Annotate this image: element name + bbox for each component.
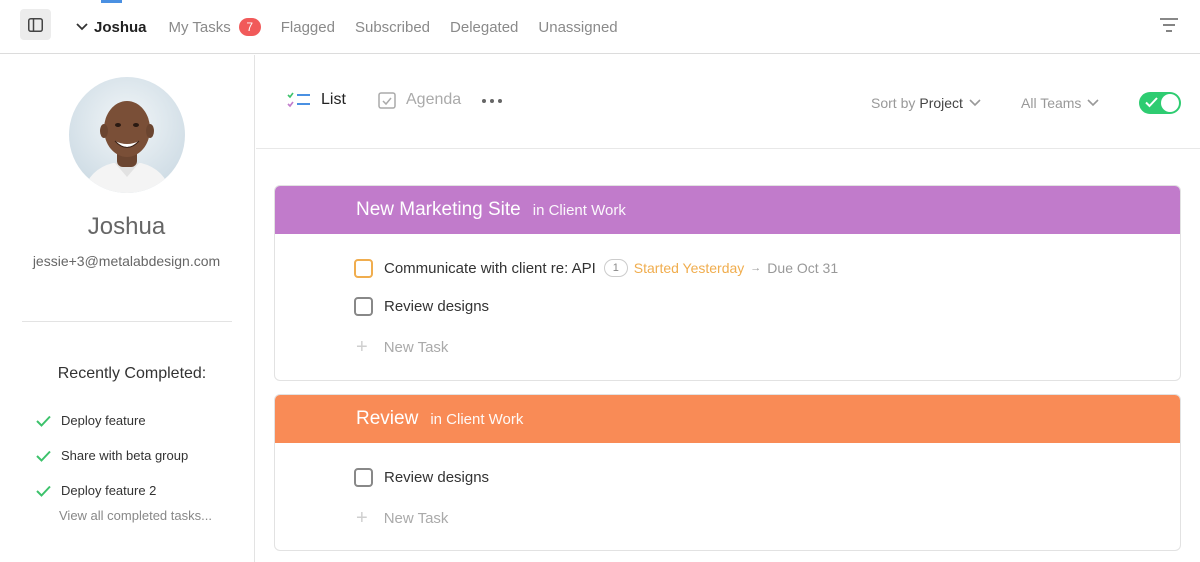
task-start-status: Started Yesterday	[633, 260, 745, 276]
project-context: in Client Work	[430, 410, 524, 428]
check-icon	[36, 415, 51, 427]
main-nav: Joshua My Tasks 7 Flagged Subscribed Del…	[76, 0, 638, 54]
teams-label: All Teams	[1021, 95, 1082, 111]
user-switcher-label: Joshua	[94, 18, 147, 36]
nav-subscribed[interactable]: Subscribed	[355, 19, 430, 36]
view-all-completed-link[interactable]: View all completed tasks...	[59, 508, 212, 523]
task-checkbox[interactable]	[354, 258, 373, 278]
sidebar-divider	[22, 321, 232, 322]
tab-list-label: List	[321, 91, 346, 108]
completed-item-label: Deploy feature	[61, 413, 146, 428]
completed-item-label: Share with beta group	[61, 448, 189, 463]
completed-item[interactable]: Share with beta group	[36, 438, 188, 473]
plus-icon: +	[356, 336, 368, 358]
nav-my-tasks[interactable]: My Tasks 7	[169, 18, 261, 36]
sort-dropdown[interactable]: Sort by Project	[871, 95, 981, 111]
completed-item[interactable]: Deploy feature	[36, 403, 188, 438]
tab-agenda[interactable]: Agenda	[378, 91, 461, 109]
nav-unassigned[interactable]: Unassigned	[538, 19, 617, 36]
nav-subscribed-label: Subscribed	[354, 18, 431, 36]
nav-flagged[interactable]: Flagged	[281, 19, 335, 36]
nav-flagged-label: Flagged	[280, 18, 335, 36]
sort-value: Project	[919, 95, 963, 111]
filter-icon[interactable]	[1158, 17, 1180, 33]
project-header[interactable]: Review in Client Work	[275, 395, 1180, 443]
task-checkbox[interactable]	[354, 467, 373, 487]
top-bar: Joshua My Tasks 7 Flagged Subscribed Del…	[0, 0, 1200, 54]
new-task-label: New Task	[383, 509, 449, 527]
check-icon	[1145, 97, 1158, 108]
chevron-down-icon	[1087, 99, 1100, 107]
project-context: in Client Work	[532, 201, 626, 219]
nav-delegated[interactable]: Delegated	[450, 19, 518, 36]
comment-count-badge[interactable]: 1	[603, 259, 628, 277]
task-due-date: Due Oct 31	[767, 260, 839, 276]
my-tasks-count-badge: 7	[238, 18, 261, 36]
sort-prefix: Sort by	[871, 95, 916, 111]
project-card: New Marketing Site in Client Work Commun…	[274, 185, 1181, 381]
nav-delegated-label: Delegated	[450, 18, 519, 36]
chevron-down-icon	[969, 99, 981, 107]
new-task-button[interactable]: + New Task	[356, 508, 448, 528]
plus-icon: +	[356, 507, 368, 529]
nav-my-tasks-label: My Tasks	[168, 18, 231, 36]
task-label: Review designs	[384, 468, 490, 486]
nav-unassigned-label: Unassigned	[538, 18, 618, 36]
project-title: New Marketing Site	[356, 199, 521, 220]
more-options-icon[interactable]	[482, 99, 502, 103]
teams-dropdown[interactable]: All Teams	[1021, 95, 1100, 111]
arrow-right-icon: →	[750, 262, 762, 274]
chevron-down-icon	[76, 23, 88, 31]
profile-sidebar: Joshua jessie+3@metalabdesign.com Recent…	[0, 55, 255, 562]
task-label: Review designs	[384, 297, 490, 315]
project-title: Review	[356, 408, 419, 429]
list-view-icon	[287, 92, 310, 108]
recently-completed-list: Deploy feature Share with beta group Dep…	[36, 403, 188, 508]
toggle-knob	[1161, 94, 1179, 112]
task-row[interactable]: Review designs	[354, 465, 489, 489]
profile-name: Joshua	[87, 213, 166, 240]
project-card: Review in Client Work Review designs + N…	[274, 394, 1181, 551]
user-switcher[interactable]: Joshua	[76, 19, 147, 36]
task-label: Communicate with client re: API	[384, 259, 596, 277]
check-icon	[36, 450, 51, 462]
recently-completed-heading: Recently Completed:	[57, 365, 207, 382]
avatar	[69, 77, 185, 193]
tab-agenda-label: Agenda	[406, 91, 462, 108]
task-row[interactable]: Review designs	[354, 294, 489, 318]
completed-item[interactable]: Deploy feature 2	[36, 473, 188, 508]
new-task-label: New Task	[383, 338, 449, 356]
new-task-button[interactable]: + New Task	[356, 337, 448, 357]
completed-item-label: Deploy feature 2	[61, 483, 157, 498]
show-completed-toggle[interactable]	[1139, 92, 1181, 114]
task-panel: List Agenda Sort by Project All Teams Ne…	[256, 55, 1200, 562]
check-icon	[36, 485, 51, 497]
sidebar-toggle-button[interactable]	[20, 9, 51, 40]
profile-email: jessie+3@metalabdesign.com	[32, 253, 221, 269]
tab-list[interactable]: List	[287, 91, 346, 109]
task-checkbox[interactable]	[354, 296, 373, 316]
project-header[interactable]: New Marketing Site in Client Work	[275, 186, 1180, 234]
agenda-calendar-icon	[378, 92, 396, 109]
view-toolbar: List Agenda Sort by Project All Teams	[256, 55, 1200, 149]
task-row[interactable]: Communicate with client re: API 1 Starte…	[354, 256, 838, 280]
sidebar-toggle-icon	[28, 17, 43, 32]
